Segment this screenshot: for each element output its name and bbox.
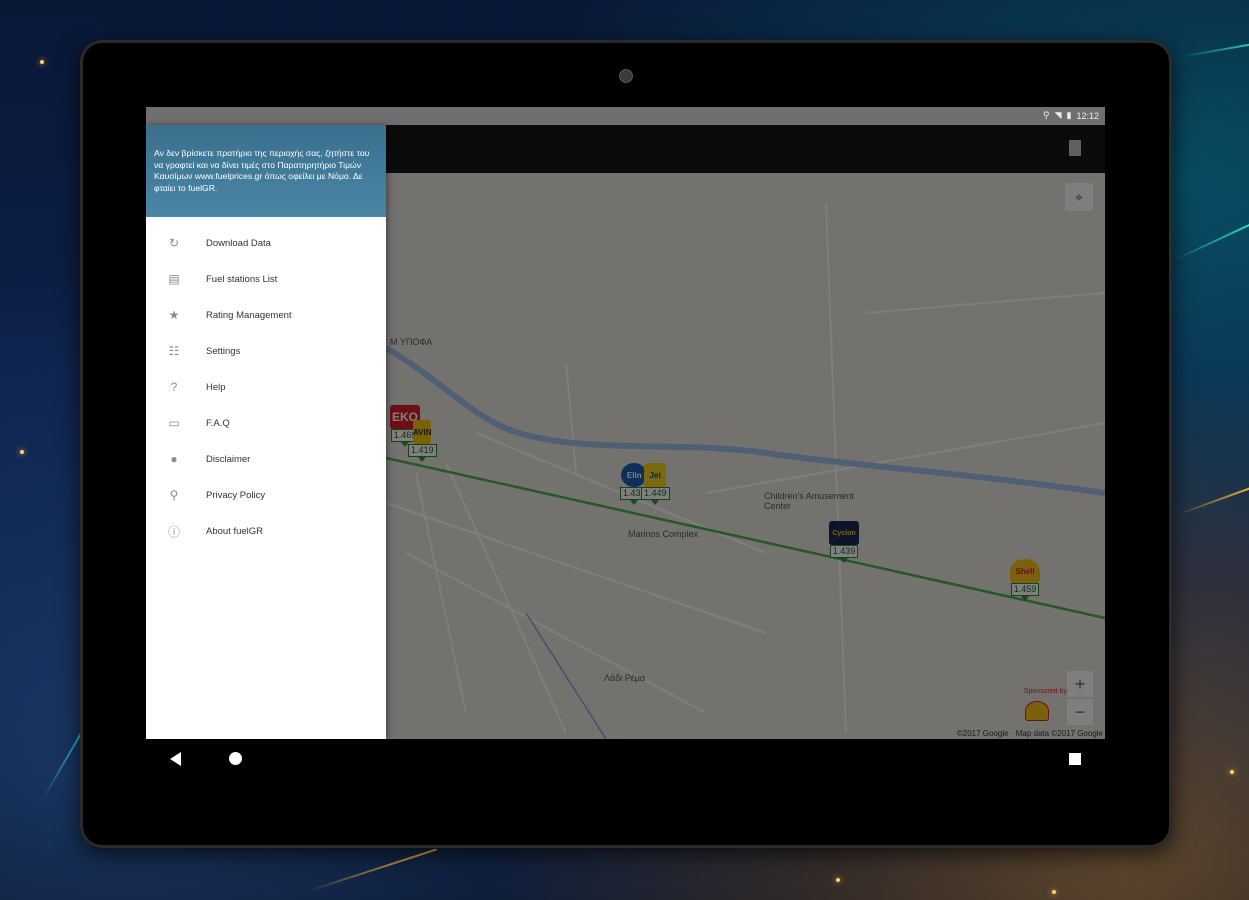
menu-item-about[interactable]: ⓘ About fuelGR — [146, 513, 386, 549]
city-light — [1230, 770, 1234, 774]
home-icon[interactable] — [229, 752, 242, 765]
settings-sliders-icon: ☷ — [168, 344, 180, 358]
navigation-drawer: Αν δεν βρίσκετε πρατήριο της περιοχής σα… — [146, 125, 386, 739]
city-light — [836, 878, 840, 882]
front-camera — [619, 69, 633, 83]
drawer-header: Αν δεν βρίσκετε πρατήριο της περιοχής σα… — [146, 125, 386, 217]
background-streak — [1177, 486, 1249, 516]
list-icon: ▤ — [168, 272, 180, 286]
refresh-icon: ↻ — [168, 236, 180, 250]
drawer-menu: ↻ Download Data ▤ Fuel stations List ★ Rati… — [146, 217, 386, 549]
battery-icon: ▮ — [1066, 110, 1072, 120]
menu-item-disclaimer[interactable]: ● Disclaimer — [146, 441, 386, 477]
menu-item-fuel-stations-list[interactable]: ▤ Fuel stations List — [146, 261, 386, 297]
city-light — [40, 60, 44, 64]
background-streak — [1173, 221, 1249, 261]
help-icon: ? — [170, 380, 178, 394]
info-icon: ⓘ — [167, 524, 180, 539]
clock: 12:12 — [1076, 110, 1099, 121]
menu-item-privacy-policy[interactable]: ⚲ Privacy Policy — [146, 477, 386, 513]
recents-icon[interactable] — [1069, 753, 1081, 765]
background-streak — [303, 848, 437, 894]
menu-item-download-data[interactable]: ↻ Download Data — [146, 225, 386, 261]
app-screen: ⚲ ◥ ▮ 12:12 EKO — [146, 107, 1105, 739]
menu-item-faq[interactable]: ▭ F.A.Q — [146, 405, 386, 441]
location-pin-icon: ⚲ — [169, 488, 179, 502]
menu-item-help[interactable]: ? Help — [146, 369, 386, 405]
star-icon: ★ — [168, 308, 180, 322]
location-status-icon: ⚲ — [1043, 110, 1050, 120]
system-navigation-bar — [146, 740, 1105, 778]
city-light — [20, 450, 24, 454]
chat-icon: ▭ — [168, 416, 180, 430]
list-view-icon[interactable] — [1069, 140, 1081, 156]
signal-status-icon: ◥ — [1054, 110, 1062, 120]
back-icon[interactable] — [170, 752, 181, 766]
disclaimer-icon: ● — [170, 452, 178, 466]
status-bar: ⚲ ◥ ▮ 12:12 — [146, 107, 1105, 125]
city-light — [1052, 890, 1056, 894]
menu-item-settings[interactable]: ☷ Settings — [146, 333, 386, 369]
background-streak — [1180, 40, 1249, 58]
menu-item-rating-management[interactable]: ★ Rating Management — [146, 297, 386, 333]
